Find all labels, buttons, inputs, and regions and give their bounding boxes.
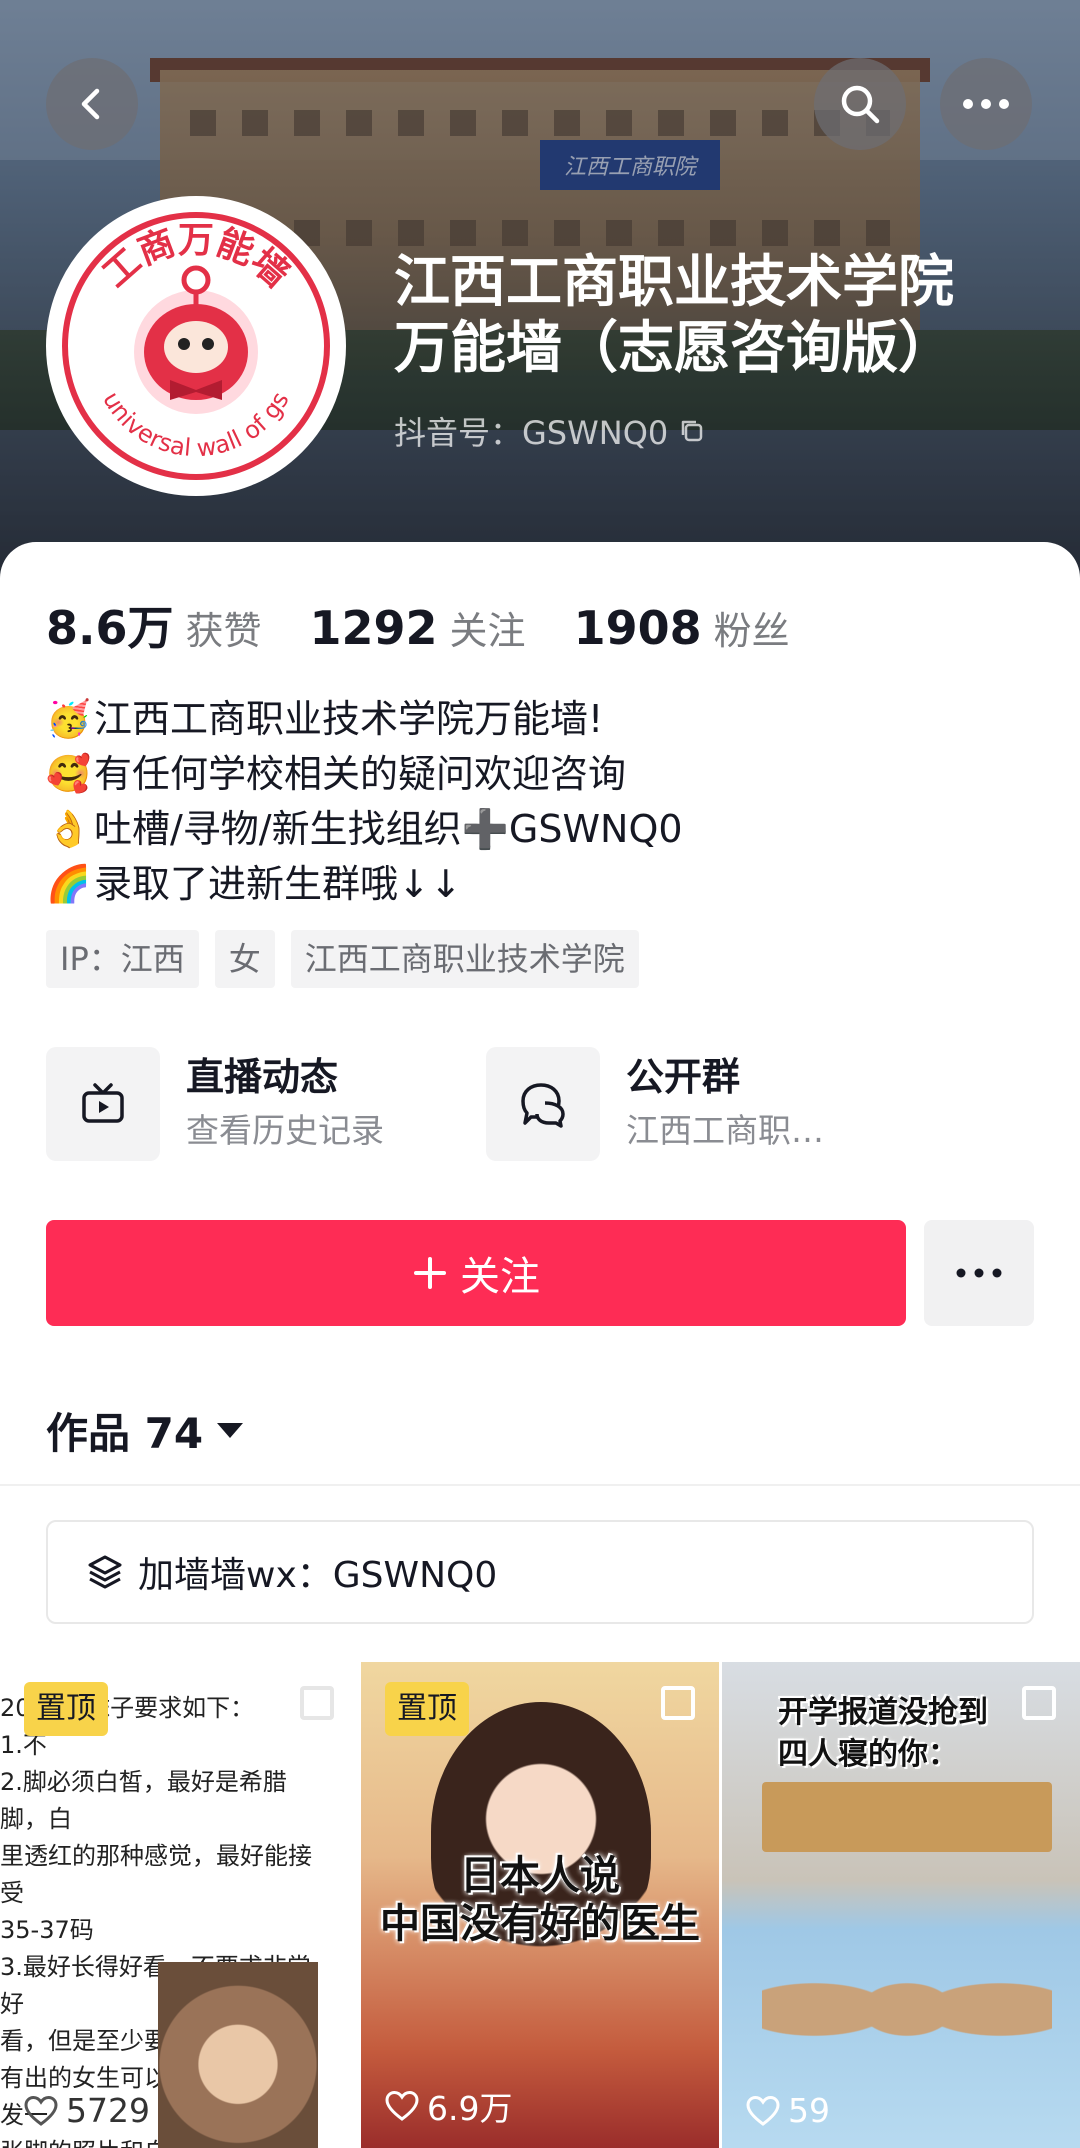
caret-down-icon bbox=[217, 1423, 244, 1438]
profile-tags: IP：江西 女 江西工商职业技术学院 bbox=[46, 930, 639, 988]
video-likes: 6.9万 bbox=[385, 2082, 512, 2130]
chat-group-icon-box bbox=[486, 1047, 600, 1161]
rainbow-emoji: 🌈 bbox=[46, 863, 91, 905]
back-button[interactable] bbox=[46, 58, 138, 150]
multi-image-icon bbox=[1022, 1686, 1056, 1720]
avatar-logo: 工商万能墙 universal wall of gs bbox=[95, 220, 296, 462]
public-group-entry[interactable]: 公开群 江西工商职… bbox=[486, 1046, 824, 1162]
wechat-info-bar[interactable]: 加墙墙wx：GSWNQ0 bbox=[46, 1520, 1034, 1624]
heart-icon bbox=[24, 2095, 58, 2126]
video-grid: 20 生的袜子要求如下： 1.不 2.脚必须白皙，最好是希腊脚，白 里透红的那种… bbox=[0, 1662, 1080, 2148]
profile-stats: 8.6万 获赞 1292 关注 1908 粉丝 bbox=[46, 592, 838, 658]
douyin-id-text: 抖音号：GSWNQ0 bbox=[394, 414, 669, 452]
video-card[interactable]: 日本人说 中国没有好的医生 置顶 6.9万 bbox=[361, 1662, 719, 2148]
works-tab[interactable]: 作品 74 bbox=[46, 1400, 244, 1461]
tv-icon-box bbox=[46, 1047, 160, 1161]
heart-icon bbox=[746, 2095, 780, 2126]
gender-tag: 女 bbox=[214, 930, 275, 988]
follow-more-button[interactable] bbox=[924, 1220, 1034, 1326]
avatar[interactable]: 工商万能墙 universal wall of gs bbox=[46, 196, 346, 496]
stat-following-value: 1292 bbox=[309, 601, 438, 655]
party-face-emoji: 🥳 bbox=[46, 698, 91, 740]
stat-likes[interactable]: 8.6万 获赞 bbox=[46, 592, 262, 658]
public-group-subtitle: 江西工商职… bbox=[626, 1111, 824, 1150]
more-dots-icon bbox=[963, 99, 1009, 109]
stat-followers-value: 1908 bbox=[573, 601, 702, 655]
profile-entries: 直播动态 查看历史记录 公开群 江西工商职… bbox=[46, 1046, 1036, 1162]
follow-button-label: 关注 bbox=[460, 1254, 540, 1300]
bio-line: 🥰 有任何学校相关的疑问欢迎咨询 bbox=[46, 747, 1036, 802]
video-likes: 59 bbox=[746, 2091, 830, 2130]
thumbnail-text-line: 2.脚必须白皙，最好是希腊脚，白 bbox=[0, 1768, 287, 1833]
video-likes-count: 59 bbox=[788, 2091, 830, 2130]
bio-line: 🥳 江西工商职业技术学院万能墙! bbox=[46, 692, 1036, 747]
bio-line-text: 录取了进新生群哦↓↓ bbox=[94, 862, 462, 906]
ip-location-tag: IP：江西 bbox=[46, 930, 199, 988]
profile-name-line1: 江西工商职业技术学院 bbox=[394, 250, 954, 315]
live-history-subtitle: 查看历史记录 bbox=[186, 1111, 384, 1150]
stat-followers[interactable]: 1908 粉丝 bbox=[574, 600, 790, 655]
copy-icon[interactable] bbox=[678, 417, 706, 445]
layers-icon bbox=[88, 1555, 122, 1589]
live-history-title: 直播动态 bbox=[186, 1055, 339, 1099]
stat-likes-label: 获赞 bbox=[185, 609, 262, 653]
avatar-top-text: 工商万能墙 bbox=[95, 220, 296, 296]
stat-following-label: 关注 bbox=[449, 609, 526, 653]
thumbnail-text-line: 35-37码 bbox=[0, 1916, 94, 1944]
dorm-desks-image bbox=[762, 1782, 1052, 1852]
chat-group-icon bbox=[521, 1083, 565, 1128]
search-icon bbox=[841, 85, 880, 124]
video-likes: 5729 bbox=[24, 2091, 150, 2130]
stat-following[interactable]: 1292 关注 bbox=[310, 600, 526, 655]
profile-bio: 🥳 江西工商职业技术学院万能墙! 🥰 有任何学校相关的疑问欢迎咨询 👌 吐槽/寻… bbox=[46, 692, 1036, 912]
follow-button[interactable]: 关注 bbox=[46, 1220, 906, 1326]
video-likes-count: 6.9万 bbox=[427, 2089, 513, 2128]
heart-icon bbox=[385, 2090, 419, 2121]
stat-likes-value: 8.6万 bbox=[46, 601, 174, 655]
thumbnail-text-line: 里透红的那种感觉，最好能接受 bbox=[0, 1842, 312, 1907]
monkey-image bbox=[158, 1962, 318, 2148]
bio-line-text: 有任何学校相关的疑问欢迎咨询 bbox=[94, 752, 627, 796]
pinned-badge: 置顶 bbox=[385, 1682, 469, 1736]
svg-text:工商万能墙: 工商万能墙 bbox=[95, 220, 296, 296]
chevron-left-icon bbox=[81, 88, 100, 120]
ok-hand-emoji: 👌 bbox=[46, 808, 91, 850]
video-card[interactable]: 开学报道没抢到 四人寝的你： 59 bbox=[722, 1662, 1080, 2148]
multi-image-icon bbox=[300, 1686, 334, 1720]
live-history-entry[interactable]: 直播动态 查看历史记录 bbox=[46, 1046, 384, 1162]
profile-sheet: 8.6万 获赞 1292 关注 1908 粉丝 🥳 江西工商职业技术学院万能墙!… bbox=[0, 542, 1080, 2148]
video-caption: 日本人说 中国没有好的医生 bbox=[361, 1852, 719, 1948]
students-image bbox=[762, 1942, 1052, 2092]
video-card[interactable]: 20 生的袜子要求如下： 1.不 2.脚必须白皙，最好是希腊脚，白 里透红的那种… bbox=[0, 1662, 358, 2148]
smiling-hearts-emoji: 🥰 bbox=[46, 753, 91, 795]
bio-line: 🌈 录取了进新生群哦↓↓ bbox=[46, 857, 1036, 912]
school-tag[interactable]: 江西工商职业技术学院 bbox=[290, 930, 639, 988]
tv-icon bbox=[82, 1083, 124, 1123]
profile-name: 江西工商职业技术学院 万能墙（志愿咨询版） bbox=[394, 250, 1054, 382]
caption-line: 四人寝的你： bbox=[778, 1737, 958, 1772]
multi-image-icon bbox=[661, 1686, 695, 1720]
public-group-title: 公开群 bbox=[626, 1055, 741, 1099]
bio-line-text: 吐槽/寻物/新生找组织➕GSWNQ0 bbox=[94, 807, 683, 851]
bio-line-text: 江西工商职业技术学院万能墙! bbox=[94, 697, 604, 741]
divider bbox=[0, 1484, 1080, 1486]
bio-line: 👌 吐槽/寻物/新生找组织➕GSWNQ0 bbox=[46, 802, 1036, 857]
caption-line: 开学报道没抢到 bbox=[778, 1695, 988, 1730]
wechat-info-text: 加墙墙wx：GSWNQ0 bbox=[138, 1555, 498, 1596]
video-likes-count: 5729 bbox=[66, 2091, 150, 2130]
plus-icon bbox=[414, 1257, 446, 1289]
more-dots-icon bbox=[956, 1268, 1002, 1278]
video-caption: 开学报道没抢到 四人寝的你： bbox=[778, 1692, 988, 1776]
caption-line: 日本人说 bbox=[460, 1853, 620, 1899]
works-tab-label: 作品 74 bbox=[46, 1409, 204, 1458]
stat-followers-label: 粉丝 bbox=[713, 609, 790, 653]
more-options-button[interactable] bbox=[940, 58, 1032, 150]
pinned-badge: 置顶 bbox=[24, 1682, 108, 1736]
caption-line: 中国没有好的医生 bbox=[380, 1901, 700, 1947]
search-button[interactable] bbox=[814, 58, 906, 150]
douyin-id[interactable]: 抖音号：GSWNQ0 bbox=[394, 408, 706, 454]
profile-name-line2: 万能墙（志愿咨询版） bbox=[394, 316, 954, 381]
